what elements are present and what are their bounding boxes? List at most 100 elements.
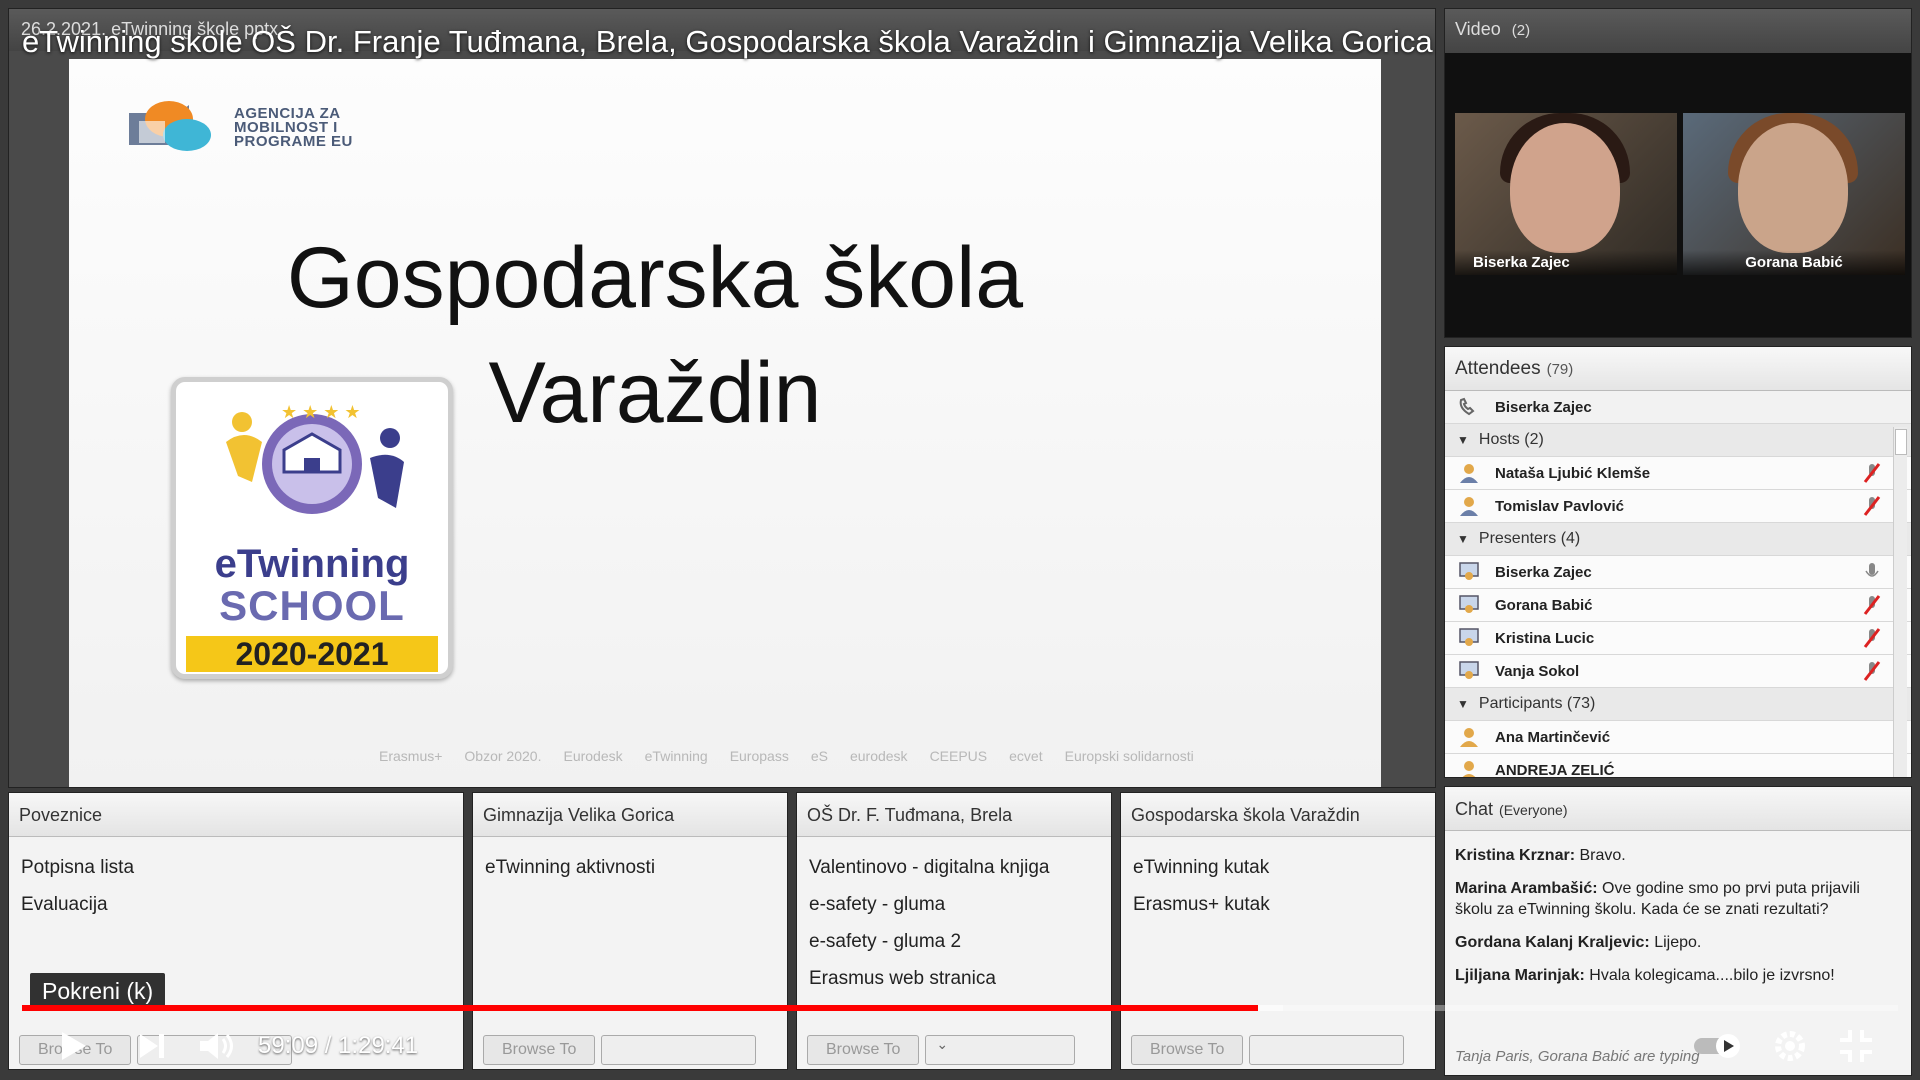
chat-message: Kristina Krznar: Bravo.	[1455, 845, 1901, 866]
progress-bar[interactable]	[22, 1005, 1898, 1011]
participant-user-icon	[1460, 728, 1478, 747]
attendee-row[interactable]: ANDREJA ZELIĆ	[1445, 754, 1911, 777]
video-pod-header: Video (2)	[1445, 9, 1911, 53]
attendee-row[interactable]: Ana Martinčević	[1445, 721, 1911, 754]
link-list: eTwinning kutak Erasmus+ kutak	[1121, 837, 1435, 935]
time-separator: /	[324, 1032, 332, 1059]
link-list: Valentinovo - digitalna knjiga e-safety …	[797, 837, 1111, 1009]
scrollbar-thumb[interactable]	[1895, 429, 1907, 455]
chat-message: Gordana Kalanj Kraljevic: Lijepo.	[1455, 932, 1901, 953]
chat-author: Marina Arambašić:	[1455, 880, 1598, 897]
link-pod-header: OŠ Dr. F. Tuđmana, Brela	[797, 793, 1111, 837]
telephone-icon	[1459, 397, 1475, 416]
time-total: 1:29:41	[338, 1032, 419, 1059]
chat-text: Bravo.	[1579, 847, 1626, 864]
volume-icon[interactable]	[196, 1026, 236, 1066]
chat-author: Ljiljana Marinjak:	[1455, 967, 1585, 984]
mic-muted-icon	[1863, 496, 1881, 516]
webcam-tile[interactable]: Gorana Babić	[1683, 113, 1905, 275]
etwinning-school-badge: ★ ★ ★ ★ eTwinning SCHOOL 2020-2021	[171, 377, 453, 679]
group-label: Hosts (2)	[1478, 431, 1544, 448]
etwinning-school-emblem-icon: ★ ★ ★ ★	[226, 402, 404, 514]
chat-author: Kristina Krznar:	[1455, 847, 1576, 864]
attendee-name: Kristina Lucic	[1495, 629, 1595, 647]
partner-logo: Obzor 2020.	[464, 748, 542, 764]
app-window: 26.2.2021. eTwinning škole pptx AGENCIJA…	[0, 0, 1920, 1080]
webcam-name-label: Biserka Zajec	[1455, 250, 1677, 275]
attendee-row[interactable]: Gorana Babić	[1445, 589, 1911, 622]
video-pod-title: Video	[1455, 19, 1501, 39]
next-icon[interactable]	[132, 1026, 172, 1066]
link-item[interactable]: Erasmus web stranica	[809, 960, 1099, 997]
link-item[interactable]: Evaluacija	[21, 886, 451, 923]
share-pod: 26.2.2021. eTwinning škole pptx AGENCIJA…	[8, 8, 1436, 788]
active-speaker-row: Biserka Zajec	[1445, 391, 1911, 424]
attendee-name: Biserka Zajec	[1495, 563, 1592, 581]
partner-logo: Europass	[729, 748, 789, 764]
exit-fullscreen-icon[interactable]	[1836, 1026, 1876, 1066]
group-label: Participants (73)	[1478, 695, 1596, 712]
partner-logo: eTwinning	[644, 748, 708, 764]
attendee-row[interactable]: Biserka Zajec	[1445, 556, 1911, 589]
attendee-row[interactable]: Nataša Ljubić Klemše	[1445, 457, 1911, 490]
attendees-scrollbar[interactable]	[1893, 427, 1907, 777]
agency-text-line: PROGRAME EU	[234, 133, 353, 150]
svg-text:★ ★ ★ ★: ★ ★ ★ ★	[281, 402, 361, 422]
play-icon[interactable]	[52, 1026, 92, 1066]
webcam-face	[1510, 123, 1620, 253]
attendee-group-participants[interactable]: ▼ Participants (73)	[1445, 688, 1911, 721]
agency-text: AGENCIJA ZA MOBILNOST I PROGRAME EU	[234, 106, 353, 150]
partner-logo: ecvet	[1009, 748, 1043, 764]
presenter-icon	[1459, 661, 1479, 679]
link-item[interactable]: e-safety - gluma	[809, 886, 1099, 923]
attendee-row[interactable]: Kristina Lucic	[1445, 622, 1911, 655]
collapse-triangle-icon: ▼	[1457, 697, 1469, 711]
settings-icon[interactable]	[1770, 1026, 1810, 1066]
link-pod-header: Gospodarska škola Varaždin	[1121, 793, 1435, 837]
badge-etwinning-word: eTwinning	[214, 542, 410, 586]
progress-played	[22, 1005, 1259, 1011]
link-item[interactable]: Valentinovo - digitalna knjiga	[809, 849, 1099, 886]
player-controls: 59:09 / 1:29:41	[0, 1018, 1920, 1074]
autoplay-toggle-icon[interactable]	[1690, 1026, 1746, 1066]
chat-messages: Kristina Krznar: Bravo. Marina Arambašić…	[1445, 831, 1911, 1012]
mic-muted-icon	[1863, 595, 1881, 615]
attendee-row[interactable]: Vanja Sokol	[1445, 655, 1911, 688]
collapse-triangle-icon: ▼	[1457, 433, 1469, 447]
chat-text: Lijepo.	[1654, 934, 1702, 951]
attendee-group-hosts[interactable]: ▼ Hosts (2)	[1445, 424, 1911, 457]
mic-muted-icon	[1863, 463, 1881, 483]
presenter-icon	[1459, 628, 1479, 646]
partner-logo: eurodesk	[849, 748, 908, 764]
host-user-icon	[1460, 464, 1478, 483]
chat-title: Chat	[1455, 799, 1494, 819]
video-pod: Video (2) Biserka Zajec Gorana Babić	[1444, 8, 1912, 338]
link-item[interactable]: eTwinning kutak	[1133, 849, 1423, 886]
attendee-group-presenters[interactable]: ▼ Presenters (4)	[1445, 523, 1911, 556]
webcam-name-label: Gorana Babić	[1683, 250, 1905, 275]
group-label: Presenters (4)	[1478, 530, 1581, 547]
chat-scope: (Everyone)	[1499, 802, 1568, 818]
video-title[interactable]: eTwinning skole OŠ Dr. Franje Tuđmana, B…	[22, 24, 1433, 60]
attendees-title: Attendees	[1455, 358, 1541, 379]
mic-active-icon	[1865, 563, 1879, 577]
link-item[interactable]: Erasmus+ kutak	[1133, 886, 1423, 923]
attendee-name: Tomislav Pavlović	[1495, 497, 1624, 515]
attendee-name: Nataša Ljubić Klemše	[1495, 464, 1651, 482]
active-speaker-name: Biserka Zajec	[1495, 398, 1592, 416]
link-item[interactable]: Potpisna lista	[21, 849, 451, 886]
chat-message: Ljiljana Marinjak: Hvala kolegicama....b…	[1455, 965, 1901, 986]
webcam-tile[interactable]: Biserka Zajec	[1455, 113, 1677, 275]
partner-logo: CEEPUS	[929, 748, 988, 764]
chat-author: Gordana Kalanj Kraljevic:	[1455, 934, 1650, 951]
slide-title-line1: Gospodarska škola	[286, 230, 1024, 326]
link-pod-header: Poveznice	[9, 793, 463, 837]
collapse-triangle-icon: ▼	[1457, 532, 1469, 546]
link-item[interactable]: eTwinning aktivnosti	[485, 849, 775, 886]
host-user-icon	[1460, 497, 1478, 516]
attendee-row[interactable]: Tomislav Pavlović	[1445, 490, 1911, 523]
badge-school-word: SCHOOL	[219, 582, 405, 629]
link-item[interactable]: e-safety - gluma 2	[809, 923, 1099, 960]
link-pod-header: Gimnazija Velika Gorica	[473, 793, 787, 837]
attendee-name: Gorana Babić	[1495, 596, 1593, 614]
